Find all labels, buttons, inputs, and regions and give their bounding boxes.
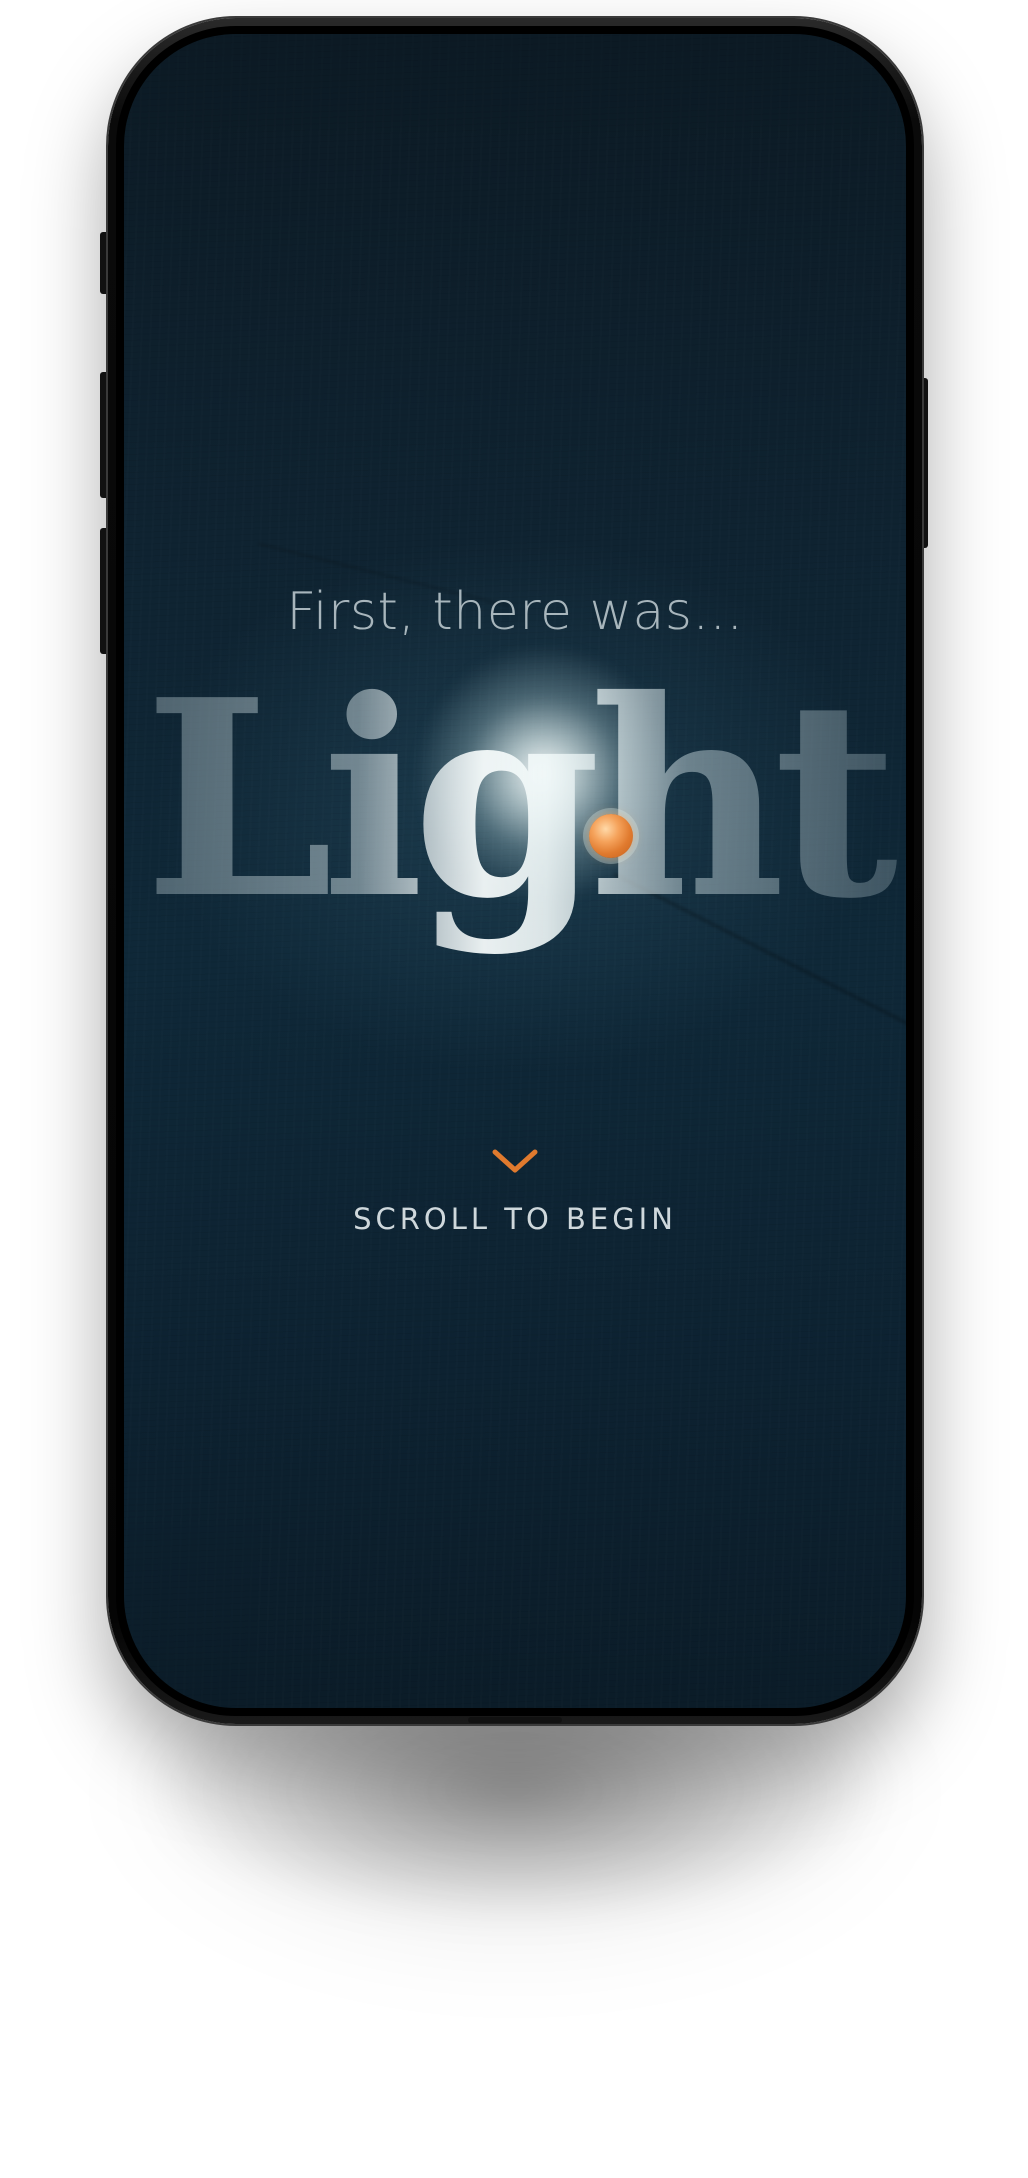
device-bottom-notch	[468, 1717, 562, 1723]
light-orb-icon	[589, 814, 633, 858]
intro-eyebrow: First, there was...	[286, 582, 744, 642]
phone-screen: First, there was... Light SCROLL TO BEGI…	[124, 34, 906, 1708]
hero-title: Light	[124, 664, 906, 1064]
scroll-to-begin-button[interactable]: SCROLL TO BEGIN	[124, 1202, 906, 1236]
chevron-down-icon[interactable]	[489, 1144, 541, 1180]
